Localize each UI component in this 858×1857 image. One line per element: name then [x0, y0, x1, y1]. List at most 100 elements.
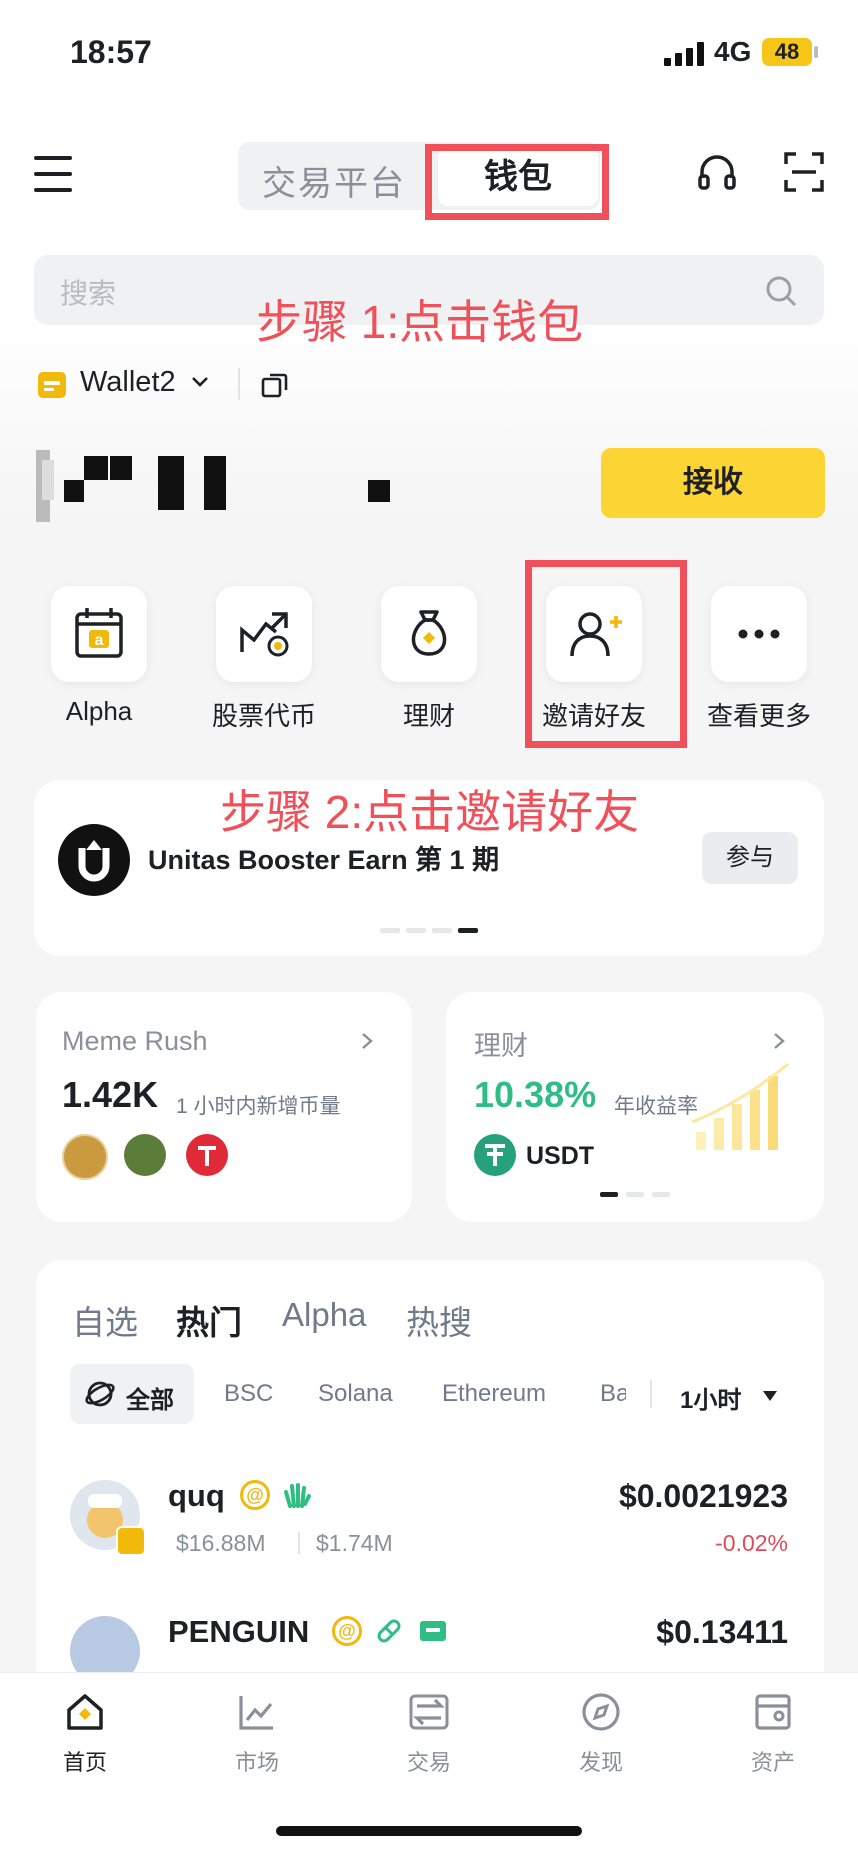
search-icon[interactable] — [764, 274, 798, 308]
bsc-chain-badge — [116, 1526, 146, 1556]
earn-asset: USDT — [526, 1142, 595, 1170]
annotation-step2: 步骤 2:点击邀请好友 — [220, 786, 640, 838]
token-name: quq — [168, 1478, 225, 1513]
chain-filter-base[interactable]: Ba — [600, 1380, 626, 1408]
earn-caption: 年收益率 — [614, 1095, 698, 1118]
timeframe-select[interactable]: 1小时 — [680, 1380, 741, 1415]
chevron-right-icon — [774, 1033, 785, 1049]
wave-hand-icon — [284, 1483, 311, 1508]
chain-filter-solana[interactable]: Solana — [318, 1380, 393, 1408]
meme-coin-avatar — [62, 1134, 108, 1180]
alpha-badge-icon: @ — [240, 1480, 270, 1510]
stock-token-icon — [240, 612, 289, 657]
quick-action-label: 理财 — [402, 701, 455, 731]
masked-balance — [36, 450, 396, 522]
quick-action-label: 查看更多 — [706, 701, 811, 731]
quick-action-earn[interactable] — [381, 586, 477, 682]
token-name: PENGUIN — [168, 1614, 310, 1649]
trade-icon — [409, 1694, 449, 1730]
token-volume: $1.74M — [316, 1530, 393, 1556]
carousel-dot — [626, 1192, 644, 1197]
nav-label: 市场 — [234, 1750, 279, 1775]
divider — [650, 1380, 652, 1408]
alpha-calendar-icon: a — [75, 608, 123, 658]
banner-title: Unitas Booster Earn 第 1 期 — [148, 845, 500, 875]
annotation-box-wallet — [425, 144, 609, 220]
tab-exchange[interactable]: 交易平台 — [262, 156, 406, 205]
annotation-step1: 步骤 1:点击钱包 — [256, 296, 584, 348]
token-market-cap: $16.88M — [176, 1530, 266, 1556]
assets-icon — [755, 1694, 791, 1730]
usdt-icon — [474, 1134, 516, 1176]
search-placeholder: 搜索 — [60, 278, 117, 309]
quick-action-alpha[interactable]: a — [51, 586, 147, 682]
money-bag-icon — [411, 610, 447, 656]
quick-action-stock-token[interactable] — [216, 586, 312, 682]
quick-action-label: 股票代币 — [211, 701, 316, 731]
copy-icon[interactable] — [260, 370, 290, 400]
carousel-dot — [380, 928, 400, 933]
tesla-coin-icon — [186, 1134, 228, 1176]
nav-label: 首页 — [62, 1750, 107, 1775]
token-price: $0.13411 — [656, 1614, 788, 1650]
market-tab-trending[interactable]: 热搜 — [406, 1296, 472, 1344]
market-tab-hot[interactable]: 热门 — [176, 1296, 242, 1344]
chart-icon — [239, 1696, 273, 1730]
token-price: $0.0021923 — [618, 1478, 788, 1514]
meme-rush-title: Meme Rush — [62, 1026, 208, 1056]
nav-assets[interactable]: 资产 — [723, 1690, 823, 1777]
network-type: 4G — [714, 36, 752, 67]
headset-icon[interactable] — [696, 152, 738, 194]
alpha-badge-icon: @ — [332, 1616, 362, 1646]
meme-rush-value: 1.42K — [62, 1074, 159, 1115]
more-icon — [738, 629, 780, 639]
scan-icon[interactable] — [784, 152, 824, 192]
chain-filter-bsc[interactable]: BSC — [224, 1380, 273, 1408]
nav-discover[interactable]: 发现 — [551, 1690, 651, 1777]
token-change: -0.02% — [715, 1530, 788, 1556]
battery-icon — [814, 46, 818, 58]
pill-icon — [377, 1619, 401, 1643]
wallet-name[interactable]: Wallet2 — [80, 366, 176, 399]
carousel-dot-active — [458, 928, 478, 933]
earn-rate: 10.38% — [474, 1074, 597, 1115]
signal-icon — [664, 38, 704, 66]
market-tab-watchlist[interactable]: 自选 — [72, 1296, 138, 1344]
nav-home[interactable]: 首页 — [35, 1690, 135, 1777]
svg-text:a: a — [95, 632, 104, 649]
join-button[interactable]: 参与 — [702, 832, 798, 884]
carousel-dot — [406, 928, 426, 933]
wallet-icon — [38, 372, 66, 398]
wallet-badge-icon — [420, 1621, 446, 1641]
chevron-down-icon[interactable] — [190, 372, 210, 392]
status-time: 18:57 — [70, 34, 152, 70]
divider — [298, 1532, 300, 1554]
chain-filter-label: 全部 — [126, 1387, 174, 1414]
carousel-dot — [432, 928, 452, 933]
unitas-logo — [58, 824, 130, 896]
chain-filter-ethereum[interactable]: Ethereum — [442, 1380, 546, 1408]
divider — [238, 368, 240, 400]
nav-label: 交易 — [406, 1750, 451, 1775]
home-icon — [67, 1694, 103, 1730]
earn-title: 理财 — [474, 1031, 528, 1061]
nav-trade[interactable]: 交易 — [379, 1690, 479, 1777]
discover-icon — [582, 1693, 620, 1731]
meme-rush-caption: 1 小时内新增币量 — [176, 1095, 341, 1118]
home-indicator — [276, 1826, 582, 1836]
growth-bars-icon — [692, 1062, 789, 1150]
annotation-box-invite — [525, 560, 687, 748]
globe-icon — [85, 1381, 115, 1407]
quick-action-label: Alpha — [65, 696, 133, 726]
quick-action-more[interactable] — [711, 586, 807, 682]
meme-coin-avatar — [124, 1134, 166, 1176]
carousel-dot-active — [600, 1192, 618, 1197]
battery-level: 48 — [762, 38, 812, 66]
nav-market[interactable]: 市场 — [207, 1690, 307, 1777]
caret-down-icon[interactable] — [762, 1390, 778, 1402]
menu-icon[interactable] — [34, 156, 72, 192]
chevron-right-icon — [362, 1033, 373, 1049]
receive-button[interactable]: 接收 — [601, 448, 825, 518]
market-tab-alpha[interactable]: Alpha — [282, 1296, 366, 1334]
nav-label: 资产 — [750, 1750, 795, 1775]
